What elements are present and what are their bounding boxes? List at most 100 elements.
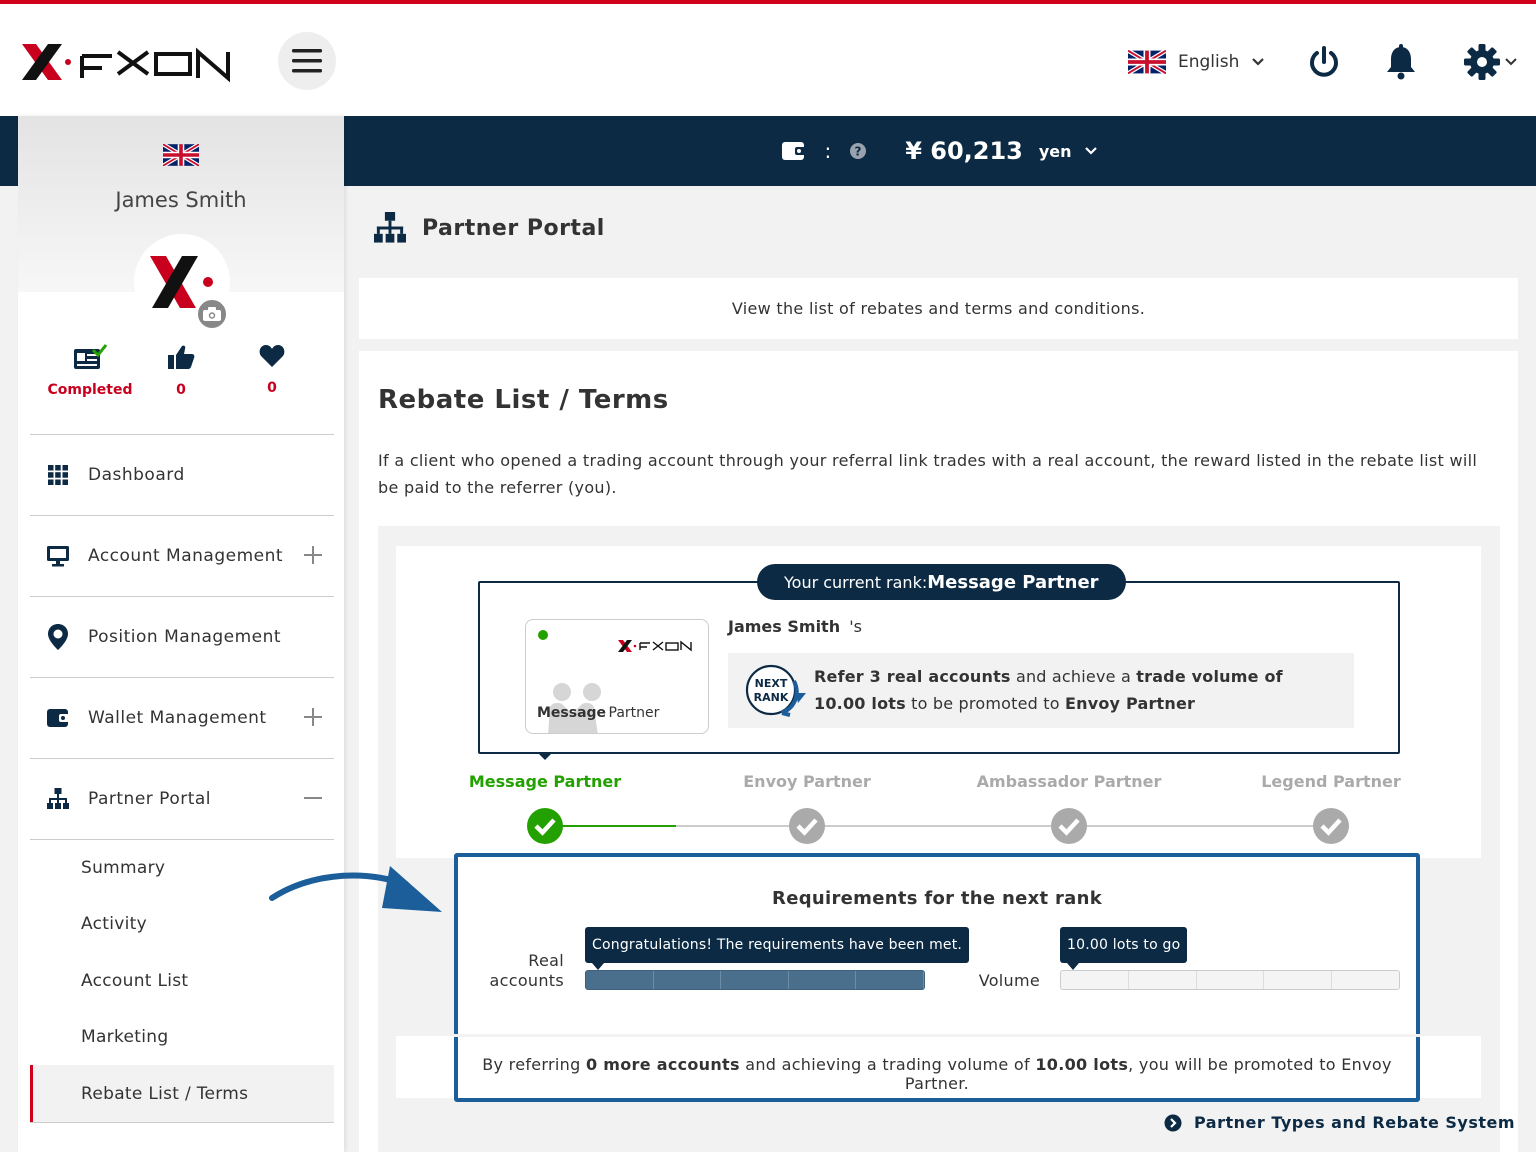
monitor-icon [46,544,70,568]
progress-segment [721,971,789,989]
balance-unit: yen [1038,141,1072,161]
next-badge-line1: NEXT [755,677,788,690]
sidebar-item-wallet-management[interactable]: Wallet Management [30,677,334,758]
map-pin-icon [46,624,70,650]
stat-verification: Completed [40,344,140,398]
sidebar-item-partner-portal[interactable]: Partner Portal [30,758,334,839]
step-line-remaining [676,825,1331,827]
hamburger-icon [292,49,322,73]
rank-stepper: Message Partner Envoy Partner Ambassador… [396,772,1481,844]
settings-chevron-down-icon [1505,58,1517,66]
sidebar-item-label: Dashboard [88,465,185,485]
expand-plus-icon[interactable] [302,706,324,728]
step-line-completed [545,825,676,827]
progress-segment [789,971,857,989]
owner-line: James Smith 's [728,617,862,636]
progress-segment [1129,971,1197,989]
real-accounts-tooltip: Congratulations! The requirements have b… [585,927,970,963]
change-avatar-button[interactable] [196,298,228,330]
current-rank-value: Message Partner [927,571,1099,593]
submenu-item-rebate-list[interactable]: Rebate List / Terms [30,1065,334,1122]
real-accounts-label-line2: accounts [489,971,564,990]
heart-icon [259,345,285,367]
logout-button[interactable] [1304,40,1344,84]
rank-pointer-icon [537,752,553,760]
balance-bar[interactable]: : ? ¥ 60,213 yen [344,116,1536,186]
sidebar-item-account-management[interactable]: Account Management [30,515,334,596]
page-title: Partner Portal [374,212,605,244]
requirements-title: Requirements for the next rank [772,888,1102,909]
step-check-icon [1051,808,1087,844]
profile-name: James Smith [115,188,247,212]
next-text-accounts: Refer 3 real accounts [814,667,1011,686]
language-selector[interactable]: English [1128,44,1265,80]
org-chart-icon [374,212,406,243]
real-accounts-label: Real accounts [470,951,564,991]
requirements-divider [454,1034,1420,1037]
summary-accounts: 0 more accounts [585,1055,740,1074]
currency-symbol: ¥ [905,137,922,165]
balance-bar-left [0,116,18,186]
step-check-active-icon [527,808,563,844]
bell-icon [1387,44,1415,80]
next-rank-box: NEXT RANK Refer 3 real accounts and achi… [728,653,1354,728]
next-text-connector: and achieve a [1010,667,1137,686]
submenu-item-marketing[interactable]: Marketing [30,1009,334,1065]
stat-favorites: 0 [222,344,322,396]
balance-amount: ¥ 60,213 [905,137,1023,165]
sidebar-item-position-management[interactable]: Position Management [30,596,334,677]
progress-segment [654,971,722,989]
balance-chevron-down-icon [1084,147,1097,155]
fxon-logo[interactable] [18,38,238,86]
settings-button[interactable] [1458,40,1522,84]
grid-icon [46,463,70,487]
stat-likes: 0 [131,344,231,398]
sidebar-item-dashboard[interactable]: Dashboard [30,434,334,515]
section-title: Rebate List / Terms [378,385,669,415]
submenu-item-account-list[interactable]: Account List [30,952,334,1009]
summary-part2: and achieving a trading volume of [739,1055,1036,1074]
org-chart-icon [46,787,70,811]
partner-card-rank: Message Partner [537,705,659,721]
summary-part1: By referring [482,1055,586,1074]
sidebar-nav: Dashboard Account Management Position Ma… [30,434,334,1123]
svg-text:?: ? [855,145,862,159]
help-circle-icon[interactable]: ? [849,142,867,160]
expand-plus-icon[interactable] [302,544,324,566]
summary-lots: 10.00 lots [1035,1055,1129,1074]
sidebar-divider [30,1122,334,1123]
progress-segment [1061,971,1129,989]
profile-header: James Smith [18,116,344,330]
annotation-arrow-icon [269,866,442,912]
step-label-envoy: Envoy Partner [743,772,871,791]
volume-progress [1060,970,1400,990]
progress-segment [1264,971,1333,989]
notifications-button[interactable] [1381,40,1421,84]
requirements-summary: By referring 0 more accounts and achievi… [458,1055,1416,1093]
current-rank-pill: Your current rank: Message Partner [757,564,1126,600]
progress-segment [1332,971,1399,989]
gear-icon [1464,44,1500,80]
step-check-icon [1313,808,1349,844]
next-text-target-rank: Envoy Partner [1065,694,1196,713]
current-rank-box: Your current rank: Message Partner Messa… [478,564,1400,754]
partner-card-rank-suffix: Partner [608,705,660,721]
stat-verification-value: Completed [47,382,133,398]
chevron-circle-right-icon [1164,1114,1182,1131]
step-label-message: Message Partner [468,772,622,791]
profile-stats: Completed 0 0 [18,344,344,414]
partner-types-link[interactable]: Partner Types and Rebate System [1164,1113,1515,1132]
sidebar-item-label: Partner Portal [88,789,212,809]
id-card-check-icon [74,344,108,369]
sidebar: James Smith Completed 0 0 Dashboard Acco… [18,116,344,1152]
next-text-promote: to be promoted to [905,694,1066,713]
menu-button[interactable] [278,32,336,90]
partner-card: Message Partner [525,619,709,734]
balance-value: 60,213 [930,137,1023,165]
sidebar-item-label: Account Management [88,546,284,566]
owner-suffix: 's [849,617,862,636]
progress-segment [856,971,924,989]
wallet-icon [46,706,70,730]
collapse-minus-icon[interactable] [302,787,324,809]
volume-tooltip: 10.00 lots to go [1060,927,1188,963]
